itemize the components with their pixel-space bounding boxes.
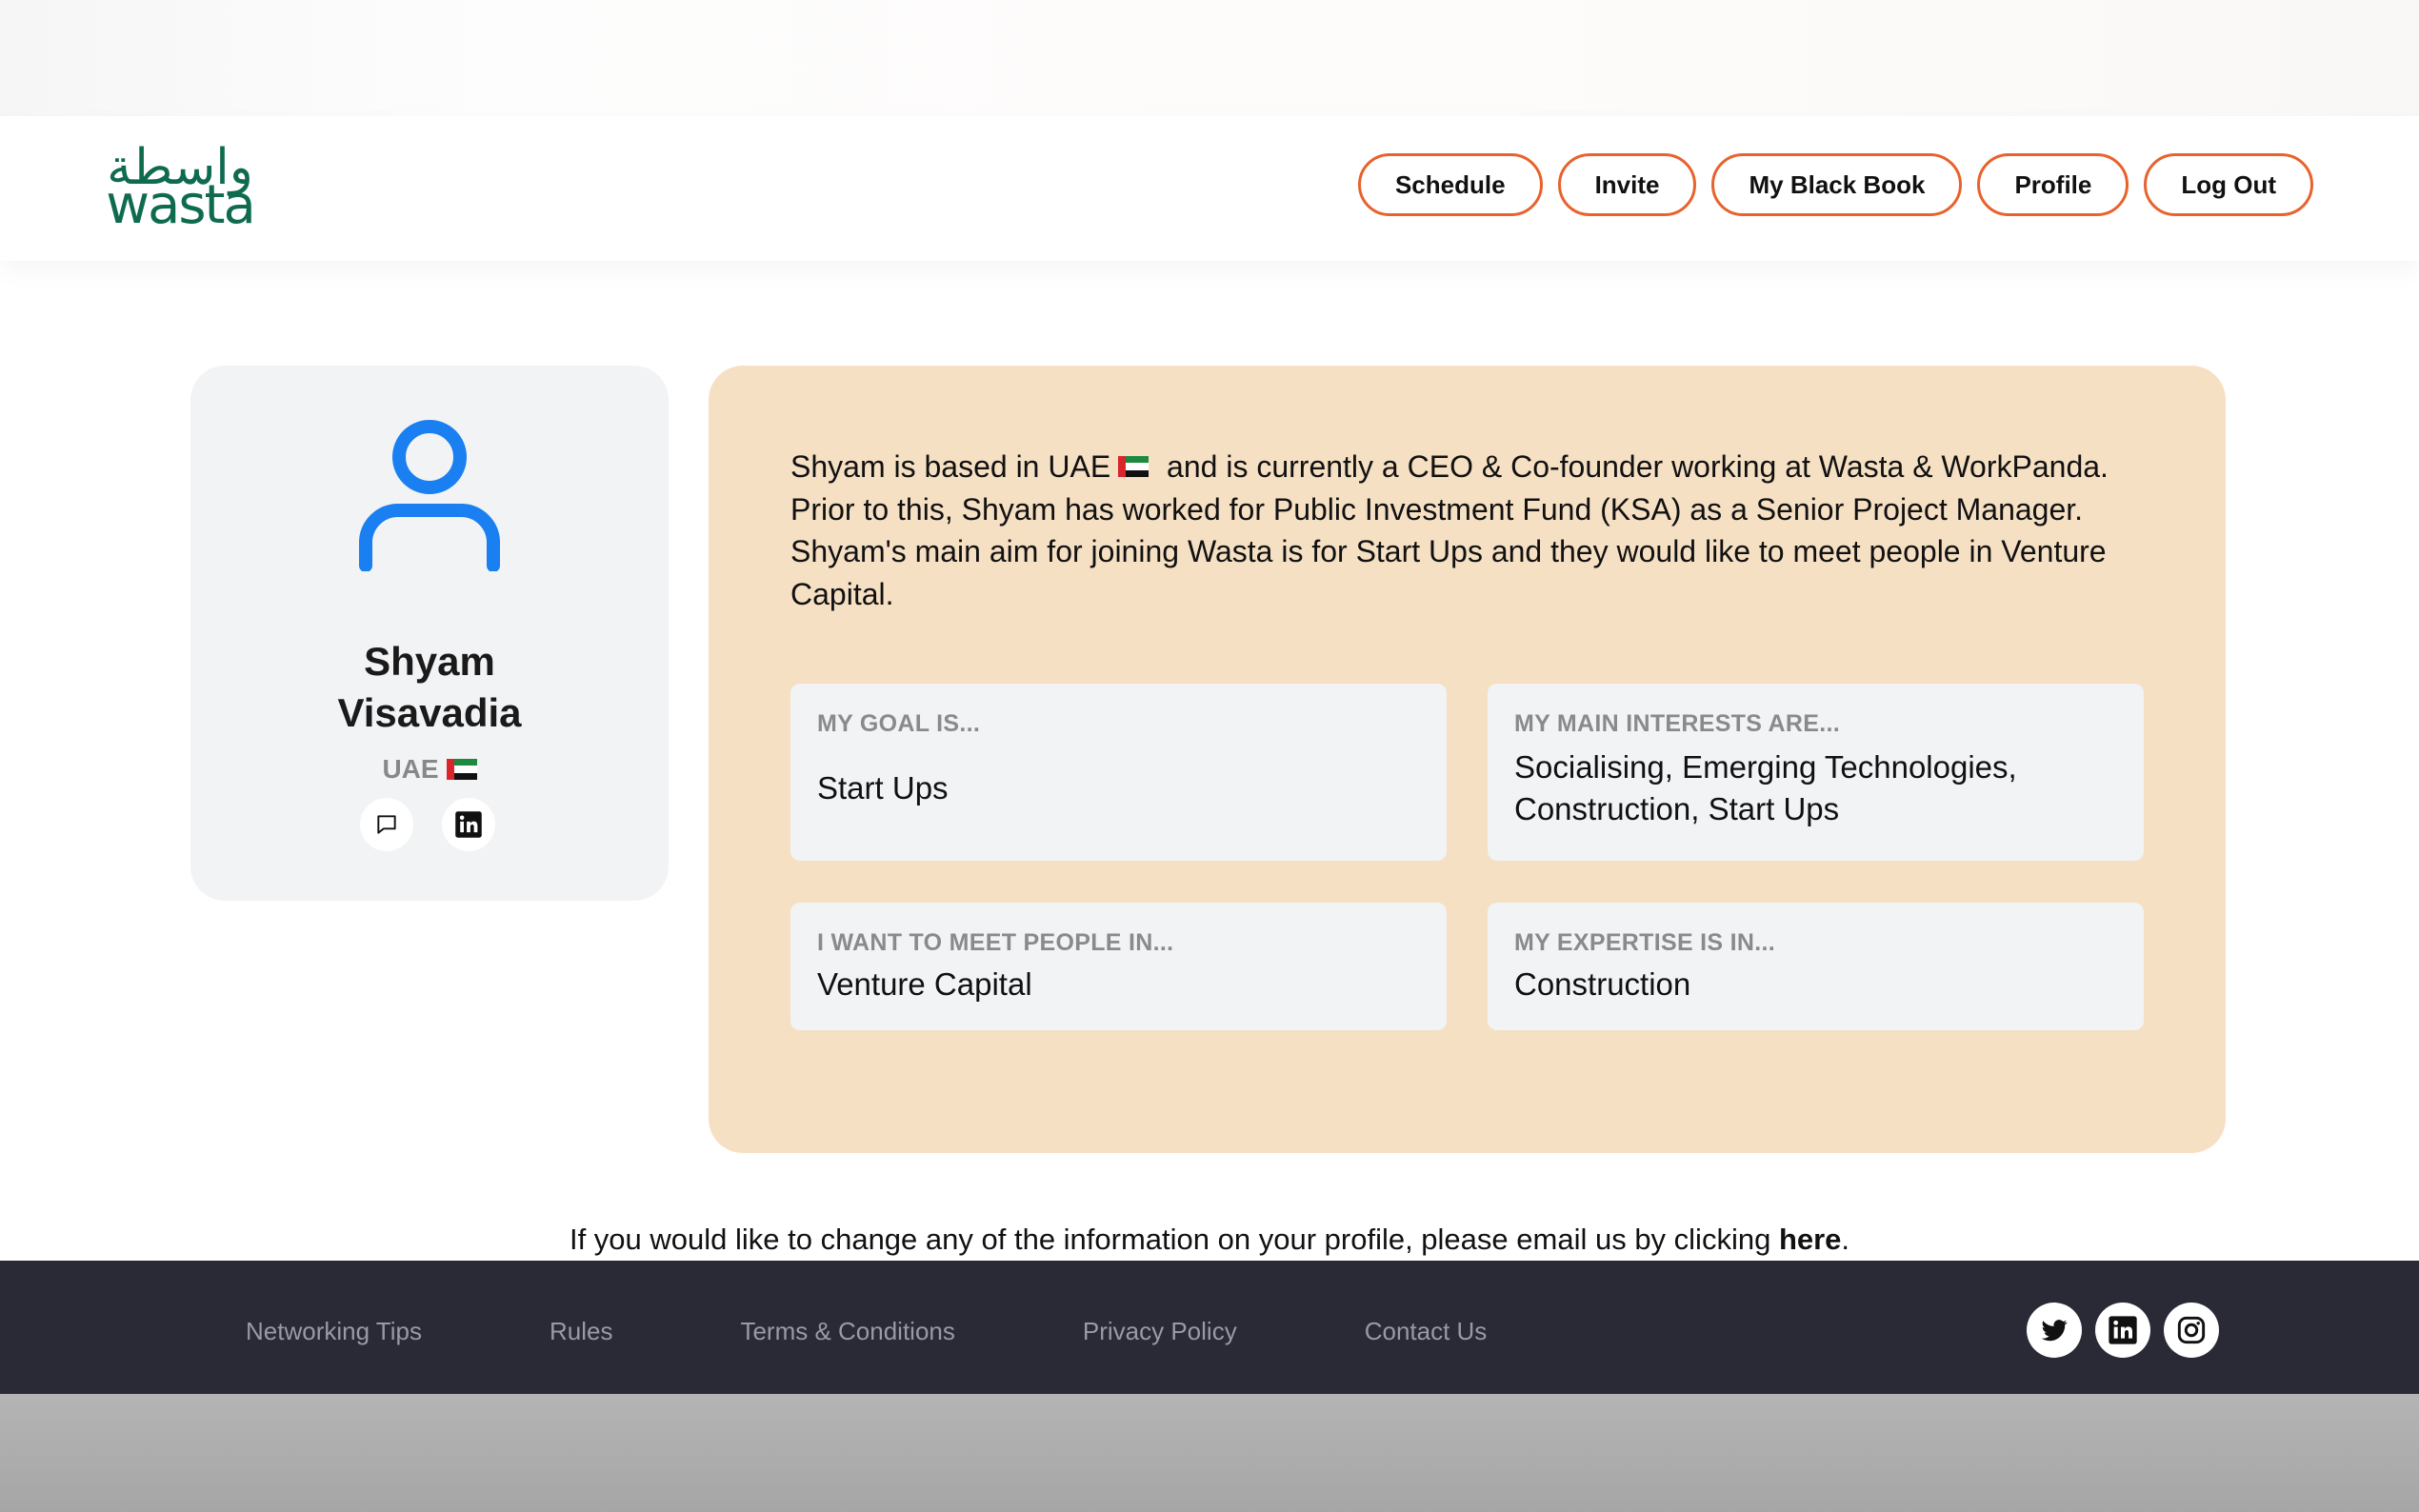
- footer-social: [2027, 1303, 2219, 1358]
- profile-actions: [360, 798, 495, 851]
- bio-card: Shyam is based in UAE and is currently a…: [709, 366, 2226, 1153]
- main-nav: Schedule Invite My Black Book Profile Lo…: [1357, 153, 2313, 216]
- goal-label: MY GOAL IS...: [817, 710, 981, 737]
- wasta-logo[interactable]: واسطة wasta: [101, 141, 259, 236]
- footer-link-networking-tips[interactable]: Networking Tips: [246, 1317, 422, 1346]
- message-icon: [377, 815, 396, 834]
- bottom-background: [0, 1394, 2419, 1512]
- profile-last-name: Visavadia: [337, 690, 522, 735]
- meet-people-box: I WANT TO MEET PEOPLE IN... Venture Capi…: [790, 903, 1447, 1030]
- footer: Networking Tips Rules Terms & Conditions…: [0, 1261, 2419, 1394]
- change-info-text: If you would like to change any of the i…: [569, 1223, 1771, 1256]
- expertise-box: MY EXPERTISE IS IN... Construction: [1488, 903, 2144, 1030]
- invite-button[interactable]: Invite: [1557, 153, 1697, 216]
- uae-flag-icon: [1118, 455, 1150, 477]
- linkedin-icon: [455, 811, 482, 838]
- email-here-link[interactable]: here: [1779, 1223, 1841, 1256]
- footer-link-rules[interactable]: Rules: [550, 1317, 612, 1346]
- interests-box: MY MAIN INTERESTS ARE... Socialising, Em…: [1488, 684, 2144, 861]
- uae-flag-icon: [446, 759, 477, 780]
- meet-people-value: Venture Capital: [817, 966, 1032, 1002]
- bio-text-part1: Shyam is based in UAE: [790, 449, 1111, 484]
- profile-button[interactable]: Profile: [1977, 153, 2129, 216]
- twitter-icon: [2041, 1320, 2068, 1342]
- expertise-label: MY EXPERTISE IS IN...: [1514, 929, 1775, 956]
- log-out-button[interactable]: Log Out: [2144, 153, 2313, 216]
- profile-country: UAE: [190, 752, 669, 786]
- linkedin-icon: [2109, 1316, 2137, 1344]
- change-info-end: .: [1841, 1223, 1850, 1256]
- interests-label: MY MAIN INTERESTS ARE...: [1514, 710, 1840, 737]
- footer-link-privacy[interactable]: Privacy Policy: [1083, 1317, 1237, 1346]
- profile-card: Shyam Visavadia UAE: [190, 366, 669, 901]
- interests-value: Socialising, Emerging Technologies, Cons…: [1514, 749, 2017, 826]
- profile-country-label: UAE: [382, 754, 439, 784]
- bio-text: Shyam is based in UAE and is currently a…: [790, 446, 2143, 615]
- goal-box: MY GOAL IS... Start Ups: [790, 684, 1447, 861]
- my-black-book-button[interactable]: My Black Book: [1711, 153, 1963, 216]
- change-info-note: If you would like to change any of the i…: [0, 1219, 2419, 1261]
- goal-value: Start Ups: [817, 770, 949, 806]
- top-background: [0, 0, 2419, 116]
- profile-name: Shyam Visavadia: [190, 636, 669, 739]
- profile-first-name: Shyam: [364, 639, 495, 684]
- top-navbar: واسطة wasta Schedule Invite My Black Boo…: [0, 116, 2419, 261]
- footer-linkedin-button[interactable]: [2095, 1303, 2150, 1358]
- logo-text: wasta: [106, 174, 256, 236]
- twitter-button[interactable]: [2027, 1303, 2082, 1358]
- footer-link-terms[interactable]: Terms & Conditions: [740, 1317, 954, 1346]
- footer-links: Networking Tips Rules Terms & Conditions…: [246, 1261, 1614, 1394]
- message-button[interactable]: [360, 798, 413, 851]
- linkedin-profile-button[interactable]: [442, 798, 495, 851]
- footer-link-contact[interactable]: Contact Us: [1365, 1317, 1488, 1346]
- meet-people-label: I WANT TO MEET PEOPLE IN...: [817, 929, 1174, 956]
- user-icon: [359, 420, 500, 571]
- schedule-button[interactable]: Schedule: [1357, 153, 1543, 216]
- instagram-icon: [2177, 1316, 2206, 1344]
- expertise-value: Construction: [1514, 966, 1691, 1002]
- instagram-button[interactable]: [2164, 1303, 2219, 1358]
